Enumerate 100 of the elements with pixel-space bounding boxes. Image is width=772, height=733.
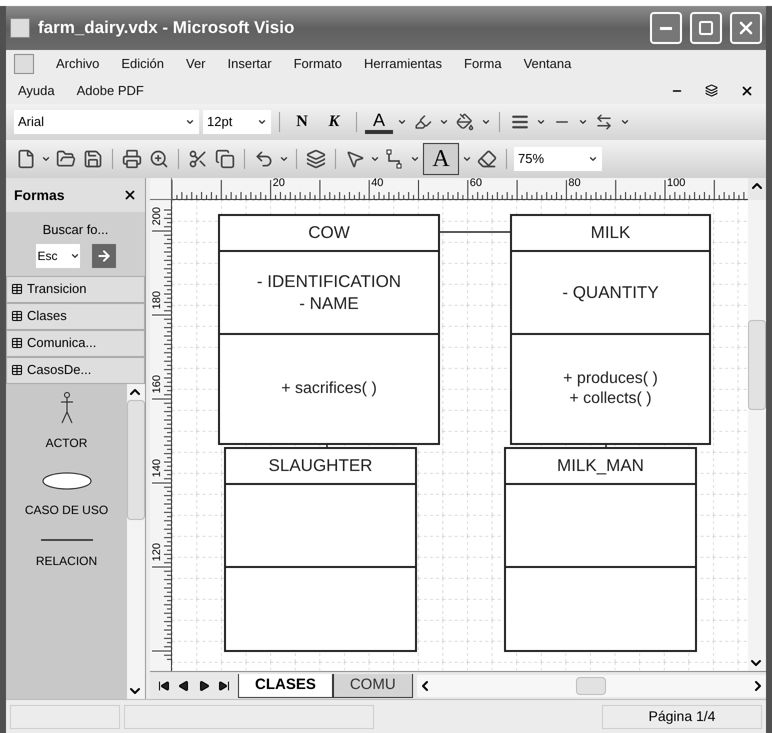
shape-label: ACTOR	[44, 436, 88, 450]
page-tab[interactable]: CLASES	[238, 674, 333, 698]
class-name: COW	[308, 222, 350, 244]
highlighter-icon[interactable]	[414, 113, 432, 131]
scrollbar-thumb[interactable]	[748, 320, 766, 410]
text-tool-button[interactable]: A	[423, 143, 459, 175]
dropdown-icon[interactable]	[481, 117, 491, 127]
ruler-label: 100	[667, 178, 686, 189]
menu-item[interactable]: Archivo	[56, 54, 100, 74]
stick-figure-icon[interactable]	[60, 392, 74, 424]
dropdown-icon[interactable]	[370, 154, 380, 164]
stencil-tab[interactable]: CasosDe...	[6, 356, 145, 384]
print-icon[interactable]	[122, 149, 142, 169]
stencil-tab[interactable]: Clases	[6, 302, 145, 330]
menu-item[interactable]: Edición	[121, 54, 164, 74]
dropdown-icon[interactable]	[41, 154, 51, 164]
scrollbar-thumb[interactable]	[127, 400, 145, 520]
new-file-icon[interactable]	[16, 149, 36, 169]
line-ends-icon[interactable]	[595, 113, 613, 131]
menu-item[interactable]: Insertar	[228, 54, 272, 74]
stencil-tab[interactable]: Comunica...	[6, 330, 145, 356]
minimize-button[interactable]	[650, 12, 682, 44]
class-shape[interactable]: SLAUGHTER	[224, 447, 417, 652]
ruler-label: 120	[151, 543, 163, 562]
dropdown-icon[interactable]	[185, 117, 195, 127]
menu-item[interactable]: Ventana	[524, 54, 572, 74]
undo-icon[interactable]	[254, 149, 274, 169]
eraser-icon[interactable]	[477, 149, 497, 169]
italic-button[interactable]: K	[320, 110, 348, 134]
page-tab[interactable]: COMU	[332, 674, 413, 698]
arrow-right-icon	[96, 248, 112, 264]
restore-document-icon[interactable]	[705, 84, 718, 97]
class-name: MILK_MAN	[557, 455, 644, 478]
dropdown-icon[interactable]	[462, 154, 472, 164]
last-page-icon[interactable]	[218, 680, 230, 692]
search-go-button[interactable]	[92, 244, 116, 268]
copy-icon[interactable]	[215, 149, 235, 169]
bold-button[interactable]: N	[288, 110, 316, 134]
layers-icon[interactable]	[306, 149, 326, 169]
dropdown-icon[interactable]	[588, 154, 598, 164]
grid-icon	[11, 283, 23, 295]
paint-bucket-icon[interactable]	[456, 113, 474, 131]
class-attribute: - IDENTIFICATION	[256, 271, 402, 292]
size-field[interactable]: 12pt	[203, 110, 271, 134]
class-attribute: - NAME	[299, 292, 359, 314]
open-folder-icon[interactable]	[56, 149, 76, 169]
zoom-field[interactable]: 75%	[514, 147, 602, 171]
grid-icon	[11, 364, 23, 376]
save-icon[interactable]	[83, 149, 103, 169]
ruler-label: 40	[371, 178, 384, 189]
ruler-label: 180	[151, 291, 163, 310]
ruler-label: 160	[151, 375, 163, 394]
dropdown-icon[interactable]	[410, 154, 420, 164]
menu-item[interactable]: Formato	[294, 54, 342, 74]
pointer-icon[interactable]	[345, 149, 365, 169]
horizontal-scrollbar[interactable]	[416, 674, 766, 696]
close-button[interactable]	[730, 12, 762, 44]
font-field[interactable]: Arial	[14, 110, 199, 134]
class-name: SLAUGHTER	[268, 455, 372, 478]
ruler-label: 140	[151, 459, 163, 478]
close-icon[interactable]	[123, 188, 137, 202]
vertical-scrollbar[interactable]	[127, 384, 145, 699]
font-color-button[interactable]: A	[365, 110, 393, 134]
dropdown-icon[interactable]	[578, 117, 588, 127]
app-icon	[10, 18, 30, 38]
dropdown-icon[interactable]	[620, 117, 630, 127]
ruler-label: 200	[151, 207, 163, 226]
line-icon[interactable]	[40, 538, 92, 542]
vertical-scrollbar[interactable]	[748, 200, 766, 671]
print-preview-icon[interactable]	[149, 149, 169, 169]
dropdown-icon[interactable]	[279, 154, 289, 164]
dropdown-icon[interactable]	[257, 117, 267, 127]
menu-item[interactable]: Adobe PDF	[76, 80, 144, 100]
dropdown-icon[interactable]	[439, 117, 449, 127]
line-weight-icon[interactable]	[511, 113, 529, 131]
grid-icon	[11, 310, 23, 322]
maximize-button[interactable]	[690, 12, 722, 44]
cut-icon[interactable]	[188, 149, 208, 169]
menu-item[interactable]: Herramientas	[364, 54, 442, 74]
first-page-icon[interactable]	[158, 680, 170, 692]
dropdown-icon[interactable]	[397, 117, 407, 127]
menu-item[interactable]: Ver	[186, 54, 206, 74]
class-shape[interactable]: MILK_MAN	[504, 447, 697, 652]
close-document-icon[interactable]	[740, 84, 754, 98]
class-shape[interactable]: COW - IDENTIFICATION - NAME + sacrifices( )	[218, 214, 440, 445]
menu-item[interactable]: Forma	[464, 54, 502, 74]
window-title: farm_dairy.vdx - Microsoft Visio	[38, 17, 296, 40]
search-field[interactable]: Esc	[36, 244, 80, 268]
ruler-label: 80	[568, 178, 581, 189]
scrollbar-thumb[interactable]	[576, 676, 606, 694]
page-indicator: Página 1/4	[648, 707, 716, 726]
previous-page-icon[interactable]	[178, 680, 190, 692]
dropdown-icon[interactable]	[536, 117, 546, 127]
association-line	[440, 231, 510, 233]
next-page-icon[interactable]	[198, 680, 210, 692]
ellipse-icon[interactable]	[40, 470, 92, 490]
stencil-tab[interactable]: Transicion	[6, 276, 145, 302]
menu-item[interactable]: Ayuda	[18, 80, 55, 100]
class-shape[interactable]: MILK - QUANTITY + produces( ) + collects( )	[510, 214, 711, 445]
minimize-icon	[660, 26, 672, 30]
